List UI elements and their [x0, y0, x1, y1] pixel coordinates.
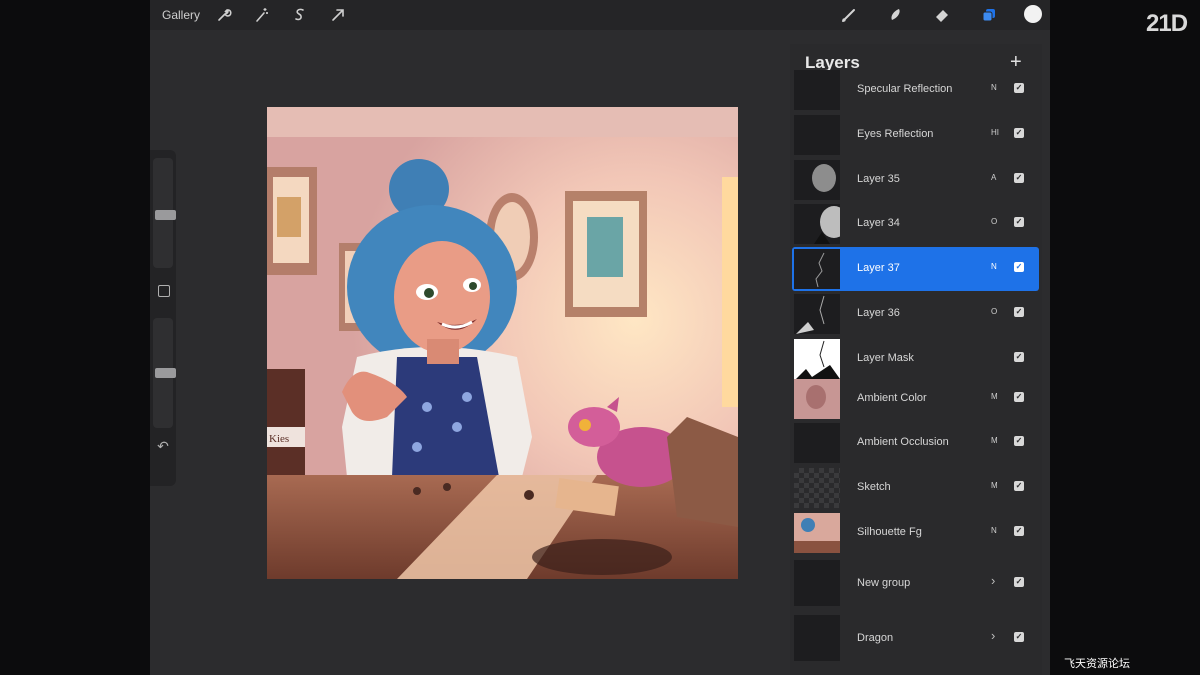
window-light: [722, 177, 738, 407]
layer-thumbnail: [794, 249, 840, 289]
visibility-checkbox[interactable]: ✓: [1014, 632, 1024, 642]
layer-row-sketch[interactable]: Sketch M ✓: [792, 466, 1039, 510]
layer-thumbnail: [794, 468, 840, 508]
brand-logo: 21D: [1146, 10, 1188, 37]
visibility-checkbox[interactable]: ✓: [1014, 526, 1024, 536]
layer-row-ambient-occlusion[interactable]: Ambient Occlusion M ✓: [792, 421, 1039, 465]
layer-name: New group: [857, 577, 911, 589]
blend-mode-button[interactable]: N: [991, 526, 997, 535]
blend-mode-button[interactable]: N: [991, 83, 997, 92]
layer-row-layer-35[interactable]: Layer 35 A ✓: [792, 158, 1039, 202]
artwork-canvas[interactable]: Kies: [267, 107, 738, 579]
site-watermark: 飞天资源论坛: [1064, 658, 1130, 670]
cookie-box-label: Kies: [269, 433, 289, 445]
layer-thumbnail: [794, 423, 840, 463]
face: [394, 241, 490, 353]
visibility-checkbox[interactable]: ✓: [1014, 83, 1024, 93]
layer-mask-thumbnail: [794, 339, 840, 379]
blend-mode-button[interactable]: A: [991, 173, 996, 182]
layer-thumbnail: [794, 513, 840, 553]
visibility-checkbox[interactable]: ✓: [1014, 481, 1024, 491]
layer-row-eyes-reflection[interactable]: Eyes Reflection HI ✓: [792, 113, 1039, 157]
color-picker-swatch[interactable]: [1024, 5, 1042, 23]
modify-button[interactable]: [158, 285, 170, 297]
layer-name: Specular Reflection: [857, 83, 953, 95]
layer-thumbnail: [794, 204, 840, 244]
layer-thumbnail: [794, 379, 840, 419]
layer-name: Dragon: [857, 632, 894, 644]
brush-icon[interactable]: [840, 6, 858, 24]
left-letterbox: [0, 0, 150, 675]
visibility-checkbox[interactable]: ✓: [1014, 173, 1024, 183]
visibility-checkbox[interactable]: ✓: [1014, 217, 1024, 227]
layer-name: Layer 35: [857, 173, 900, 185]
chevron-right-icon[interactable]: ›: [991, 628, 995, 643]
layer-row-ambient-color[interactable]: Ambient Color M ✓: [792, 377, 1039, 421]
brush-size-slider[interactable]: [153, 158, 176, 268]
visibility-checkbox[interactable]: ✓: [1014, 436, 1024, 446]
wrench-icon[interactable]: [215, 6, 233, 24]
layer-name: Layer Mask: [857, 352, 914, 364]
smudge-icon[interactable]: [887, 6, 905, 24]
paper-bag: [667, 417, 738, 527]
visibility-checkbox[interactable]: ✓: [1014, 392, 1024, 402]
left-sidebar: [150, 150, 176, 486]
opacity-slider[interactable]: [153, 318, 176, 428]
group-thumbnail: [794, 560, 840, 606]
layer-name: Layer 36: [857, 307, 900, 319]
layer-thumbnail: [794, 115, 840, 155]
layers-icon[interactable]: [980, 6, 998, 24]
layer-row-silhouette-fg[interactable]: Silhouette Fg N ✓: [792, 511, 1039, 555]
undo-icon[interactable]: ↶: [154, 438, 172, 456]
layer-thumbnail: [794, 70, 840, 110]
top-toolbar: [150, 0, 1050, 30]
gallery-button[interactable]: Gallery: [162, 8, 200, 22]
layer-row-layer-34[interactable]: Layer 34 O ✓: [792, 202, 1039, 246]
blend-mode-button[interactable]: O: [991, 217, 997, 226]
visibility-checkbox[interactable]: ✓: [1014, 352, 1024, 362]
layer-name: Eyes Reflection: [857, 128, 934, 140]
blend-mode-button[interactable]: O: [991, 307, 997, 316]
dragon-head: [568, 407, 620, 447]
visibility-checkbox[interactable]: ✓: [1014, 128, 1024, 138]
ceiling: [267, 107, 738, 137]
layer-thumbnail: [794, 294, 840, 334]
layer-row-specular-reflection[interactable]: Specular Reflection N ✓: [792, 68, 1039, 112]
layer-name: Silhouette Fg: [857, 526, 922, 538]
layer-group-dragon[interactable]: Dragon › ✓: [792, 613, 1039, 663]
visibility-checkbox[interactable]: ✓: [1014, 262, 1024, 272]
selection-icon[interactable]: [291, 6, 309, 24]
layer-group-new-group[interactable]: New group › ✓: [792, 558, 1039, 608]
blend-mode-button[interactable]: HI: [991, 128, 999, 137]
dragon-shadow: [532, 539, 672, 575]
layer-row-layer-mask[interactable]: Layer Mask ✓: [792, 337, 1039, 381]
layer-row-layer-36[interactable]: Layer 36 O ✓: [792, 292, 1039, 336]
blend-mode-button[interactable]: N: [991, 262, 997, 271]
visibility-checkbox[interactable]: ✓: [1014, 307, 1024, 317]
magic-wand-icon[interactable]: [253, 6, 271, 24]
layer-row-layer-37[interactable]: Layer 37 N ✓: [792, 247, 1039, 291]
blend-mode-button[interactable]: M: [991, 436, 998, 445]
visibility-checkbox[interactable]: ✓: [1014, 577, 1024, 587]
brush-size-thumb[interactable]: [155, 210, 176, 220]
transform-arrow-icon[interactable]: [329, 6, 347, 24]
blend-mode-button[interactable]: M: [991, 481, 998, 490]
neck: [427, 339, 459, 364]
layer-name: Ambient Occlusion: [857, 436, 949, 448]
layer-name: Layer 34: [857, 217, 900, 229]
layer-name: Layer 37: [857, 262, 900, 274]
opacity-thumb[interactable]: [155, 368, 176, 378]
chevron-right-icon[interactable]: ›: [991, 573, 995, 588]
layer-thumbnail: [794, 160, 840, 200]
right-letterbox: [1050, 0, 1200, 675]
layer-name: Ambient Color: [857, 392, 927, 404]
layer-name: Sketch: [857, 481, 891, 493]
group-thumbnail: [794, 615, 840, 661]
blend-mode-button[interactable]: M: [991, 392, 998, 401]
eraser-icon[interactable]: [933, 6, 951, 24]
